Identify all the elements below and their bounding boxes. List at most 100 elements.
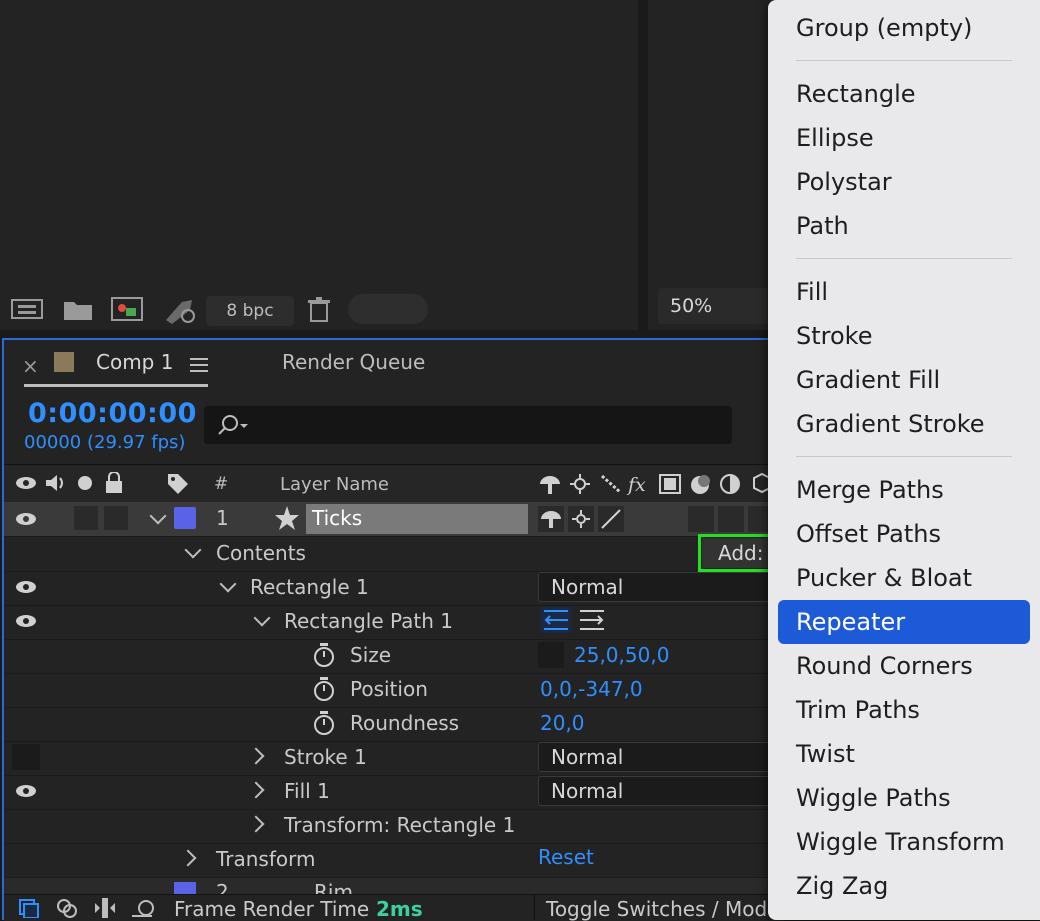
fill-1-blend-mode-dropdown[interactable]: Normal	[538, 776, 778, 806]
svg-text:fx: fx	[626, 474, 646, 496]
menu-item-gradient-fill[interactable]: Gradient Fill	[796, 366, 940, 394]
add-shape-button[interactable]: Add:	[702, 538, 768, 568]
menu-item-group-empty[interactable]: Group (empty)	[796, 14, 972, 42]
frame-render-label: Frame Render Time	[174, 897, 370, 921]
size-label: Size	[350, 643, 392, 667]
roundness-stopwatch-icon[interactable]	[312, 710, 336, 736]
menu-item-rectangle[interactable]: Rectangle	[796, 80, 916, 108]
switches-header-icons: fx	[538, 472, 768, 496]
constrain-proportions-toggle[interactable]	[538, 642, 564, 668]
menu-item-path[interactable]: Path	[796, 212, 849, 240]
size-stopwatch-icon[interactable]	[312, 642, 336, 668]
frame-info: 00000 (29.97 fps)	[24, 432, 186, 453]
magnification-dropdown[interactable]: 50%	[658, 288, 778, 324]
lock-column-icon[interactable]	[104, 472, 124, 494]
menu-item-wiggle-paths[interactable]: Wiggle Paths	[796, 784, 951, 812]
position-value[interactable]: 0,0,-347,0	[540, 677, 643, 701]
adjustment-toggle[interactable]	[718, 506, 744, 532]
rectangle-1-visibility-eye-icon[interactable]	[14, 578, 38, 596]
menu-item-pucker-bloat[interactable]: Pucker & Bloat	[796, 564, 972, 592]
size-value[interactable]: 25,0,50,0	[574, 643, 669, 667]
menu-item-polystar[interactable]: Polystar	[796, 168, 892, 196]
rectangle-path-visibility-eye-icon[interactable]	[14, 612, 38, 630]
new-folder-icon[interactable]	[62, 298, 94, 322]
interpret-footage-icon[interactable]	[10, 296, 46, 324]
menu-item-trim-paths[interactable]: Trim Paths	[796, 696, 920, 724]
rectangle-1-blend-mode-dropdown[interactable]: Normal	[538, 572, 778, 602]
layer-name-field[interactable]: Ticks	[306, 504, 528, 534]
menu-item-twist[interactable]: Twist	[796, 740, 855, 768]
property-row-transform[interactable]	[4, 843, 784, 878]
menu-separator	[796, 60, 1012, 61]
menu-item-gradient-stroke[interactable]: Gradient Stroke	[796, 410, 985, 438]
label-column-icon[interactable]	[166, 472, 190, 494]
menu-separator	[796, 456, 1012, 457]
position-stopwatch-icon[interactable]	[312, 676, 336, 702]
menu-item-fill[interactable]: Fill	[796, 278, 828, 306]
frame-render-value: 2ms	[376, 897, 423, 921]
shape-layer-star-icon	[274, 505, 300, 531]
layer-row-rim[interactable]: 2 Rim	[4, 878, 784, 895]
transform-rectangle-1-label: Transform: Rectangle 1	[284, 813, 516, 837]
lock-toggle[interactable]	[104, 506, 128, 530]
layer-name: Ticks	[312, 506, 363, 530]
stroke-1-label: Stroke 1	[284, 745, 367, 769]
solo-toggle[interactable]	[74, 506, 98, 530]
stroke-1-blend-mode-dropdown[interactable]: Normal	[538, 742, 778, 772]
thumbnail-slider[interactable]	[348, 294, 428, 324]
path-direction-reversed-icon[interactable]	[540, 606, 572, 634]
active-tab-underline	[24, 384, 208, 387]
layer-2-name: Rim	[314, 880, 353, 895]
search-icon	[216, 413, 250, 437]
toggle-switches-modes-button[interactable]: Toggle Switches / Mod	[546, 897, 767, 921]
roundness-label: Roundness	[350, 711, 460, 735]
add-shape-menu: Group (empty) Rectangle Ellipse Polystar…	[768, 0, 1040, 920]
fill-1-label: Fill 1	[284, 779, 330, 803]
layer-2-number: 2	[216, 880, 229, 895]
in-out-stretch-icon[interactable]	[94, 898, 116, 918]
solo-column-icon[interactable]	[78, 476, 92, 490]
layer-search-input[interactable]	[204, 406, 732, 444]
menu-item-wiggle-transform[interactable]: Wiggle Transform	[796, 828, 1005, 856]
tab-render-queue[interactable]: Render Queue	[282, 350, 425, 374]
stroke-visibility-toggle[interactable]	[12, 744, 40, 770]
trash-icon[interactable]	[306, 296, 332, 324]
layer-label-color[interactable]	[174, 507, 196, 529]
layer-name-column-header[interactable]: Layer Name	[280, 474, 389, 495]
current-time[interactable]: 0:00:00:00	[28, 398, 197, 429]
panel-menu-icon[interactable]	[190, 356, 210, 374]
transform-reset-link[interactable]: Reset	[538, 845, 594, 869]
menu-item-ellipse[interactable]: Ellipse	[796, 124, 874, 152]
rectangle-1-label: Rectangle 1	[250, 575, 369, 599]
position-label: Position	[350, 677, 428, 701]
menu-item-offset-paths[interactable]: Offset Paths	[796, 520, 941, 548]
project-panel	[0, 0, 638, 330]
comp-color-swatch	[54, 352, 74, 372]
menu-item-repeater[interactable]: Repeater	[796, 608, 905, 636]
roundness-value[interactable]: 20,0	[540, 711, 585, 735]
number-column-header: #	[214, 474, 229, 494]
tab-comp-1[interactable]: Comp 1	[96, 350, 173, 374]
render-rocket-icon[interactable]	[162, 296, 198, 324]
layer-switches[interactable]	[538, 506, 628, 532]
menu-separator	[796, 258, 1012, 259]
transform-label: Transform	[216, 847, 316, 871]
menu-item-stroke[interactable]: Stroke	[796, 322, 872, 350]
close-tab-icon[interactable]: ×	[22, 354, 39, 378]
path-direction-normal-icon[interactable]	[576, 606, 608, 634]
graph-editor-snail-icon[interactable]	[130, 898, 156, 918]
new-composition-icon[interactable]	[110, 296, 146, 324]
menu-item-round-corners[interactable]: Round Corners	[796, 652, 973, 680]
menu-item-zig-zag[interactable]: Zig Zag	[796, 872, 888, 900]
visibility-column-icon[interactable]	[14, 474, 38, 492]
menu-item-merge-paths[interactable]: Merge Paths	[796, 476, 944, 504]
bit-depth-button[interactable]: 8 bpc	[206, 296, 294, 326]
motion-blur-toggle[interactable]	[688, 506, 714, 532]
layer-visibility-eye-icon[interactable]	[14, 510, 38, 528]
fill-visibility-eye-icon[interactable]	[14, 782, 38, 800]
transfer-controls-icon[interactable]	[56, 898, 78, 918]
rectangle-path-1-label: Rectangle Path 1	[284, 609, 454, 633]
layer-switches-pane-icon[interactable]	[18, 898, 40, 918]
layer-number: 1	[216, 506, 229, 530]
audio-column-icon[interactable]	[44, 472, 68, 494]
